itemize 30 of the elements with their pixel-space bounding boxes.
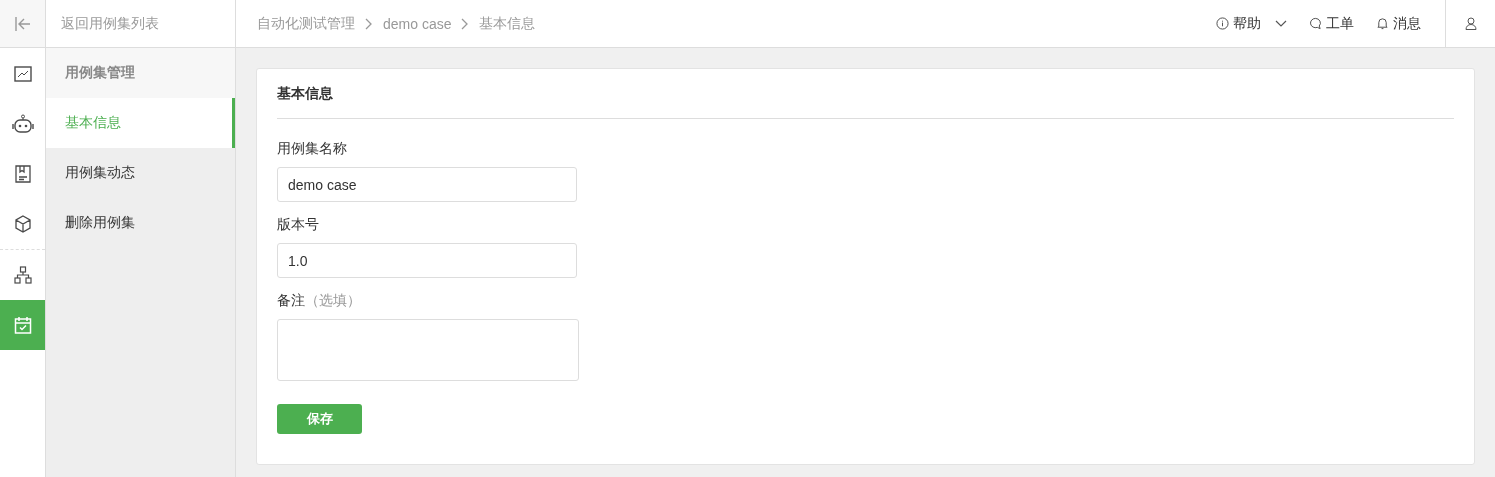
collapse-icon	[13, 15, 32, 32]
submenu-item[interactable]: 用例集动态	[46, 148, 235, 198]
field-label: 备注	[277, 292, 305, 308]
user-icon	[1464, 17, 1477, 30]
chat-bubble-icon	[1309, 17, 1322, 30]
field-label: 用例集名称	[277, 140, 347, 156]
submenu-item[interactable]: 删除用例集	[46, 198, 235, 248]
calendar-check-icon	[13, 316, 32, 334]
caret-icon	[1275, 19, 1287, 28]
bell-icon	[1376, 17, 1389, 30]
field-hint: （选填）	[305, 292, 361, 308]
header-action[interactable]: 帮助	[1216, 14, 1287, 33]
network-icon	[13, 266, 32, 284]
field-label: 版本号	[277, 216, 319, 232]
input-field[interactable]: demo case	[277, 167, 577, 202]
robot-icon	[11, 114, 34, 134]
submenu-heading: 用例集管理	[46, 48, 235, 98]
chevron-icon	[365, 17, 373, 30]
card-title: 基本信息	[277, 69, 1454, 119]
info-icon	[1216, 17, 1229, 30]
input-field[interactable]: 1.0	[277, 243, 577, 278]
chart-icon	[13, 66, 32, 82]
header-action[interactable]: 消息	[1376, 14, 1421, 33]
textarea-field[interactable]	[277, 319, 579, 381]
chevron-icon	[461, 17, 470, 30]
collapse-button[interactable]	[0, 0, 46, 47]
cube-icon	[13, 215, 32, 233]
document-icon	[14, 165, 31, 183]
breadcrumb-item: 基本信息	[479, 14, 536, 33]
header-action[interactable]: 工单	[1309, 14, 1354, 33]
